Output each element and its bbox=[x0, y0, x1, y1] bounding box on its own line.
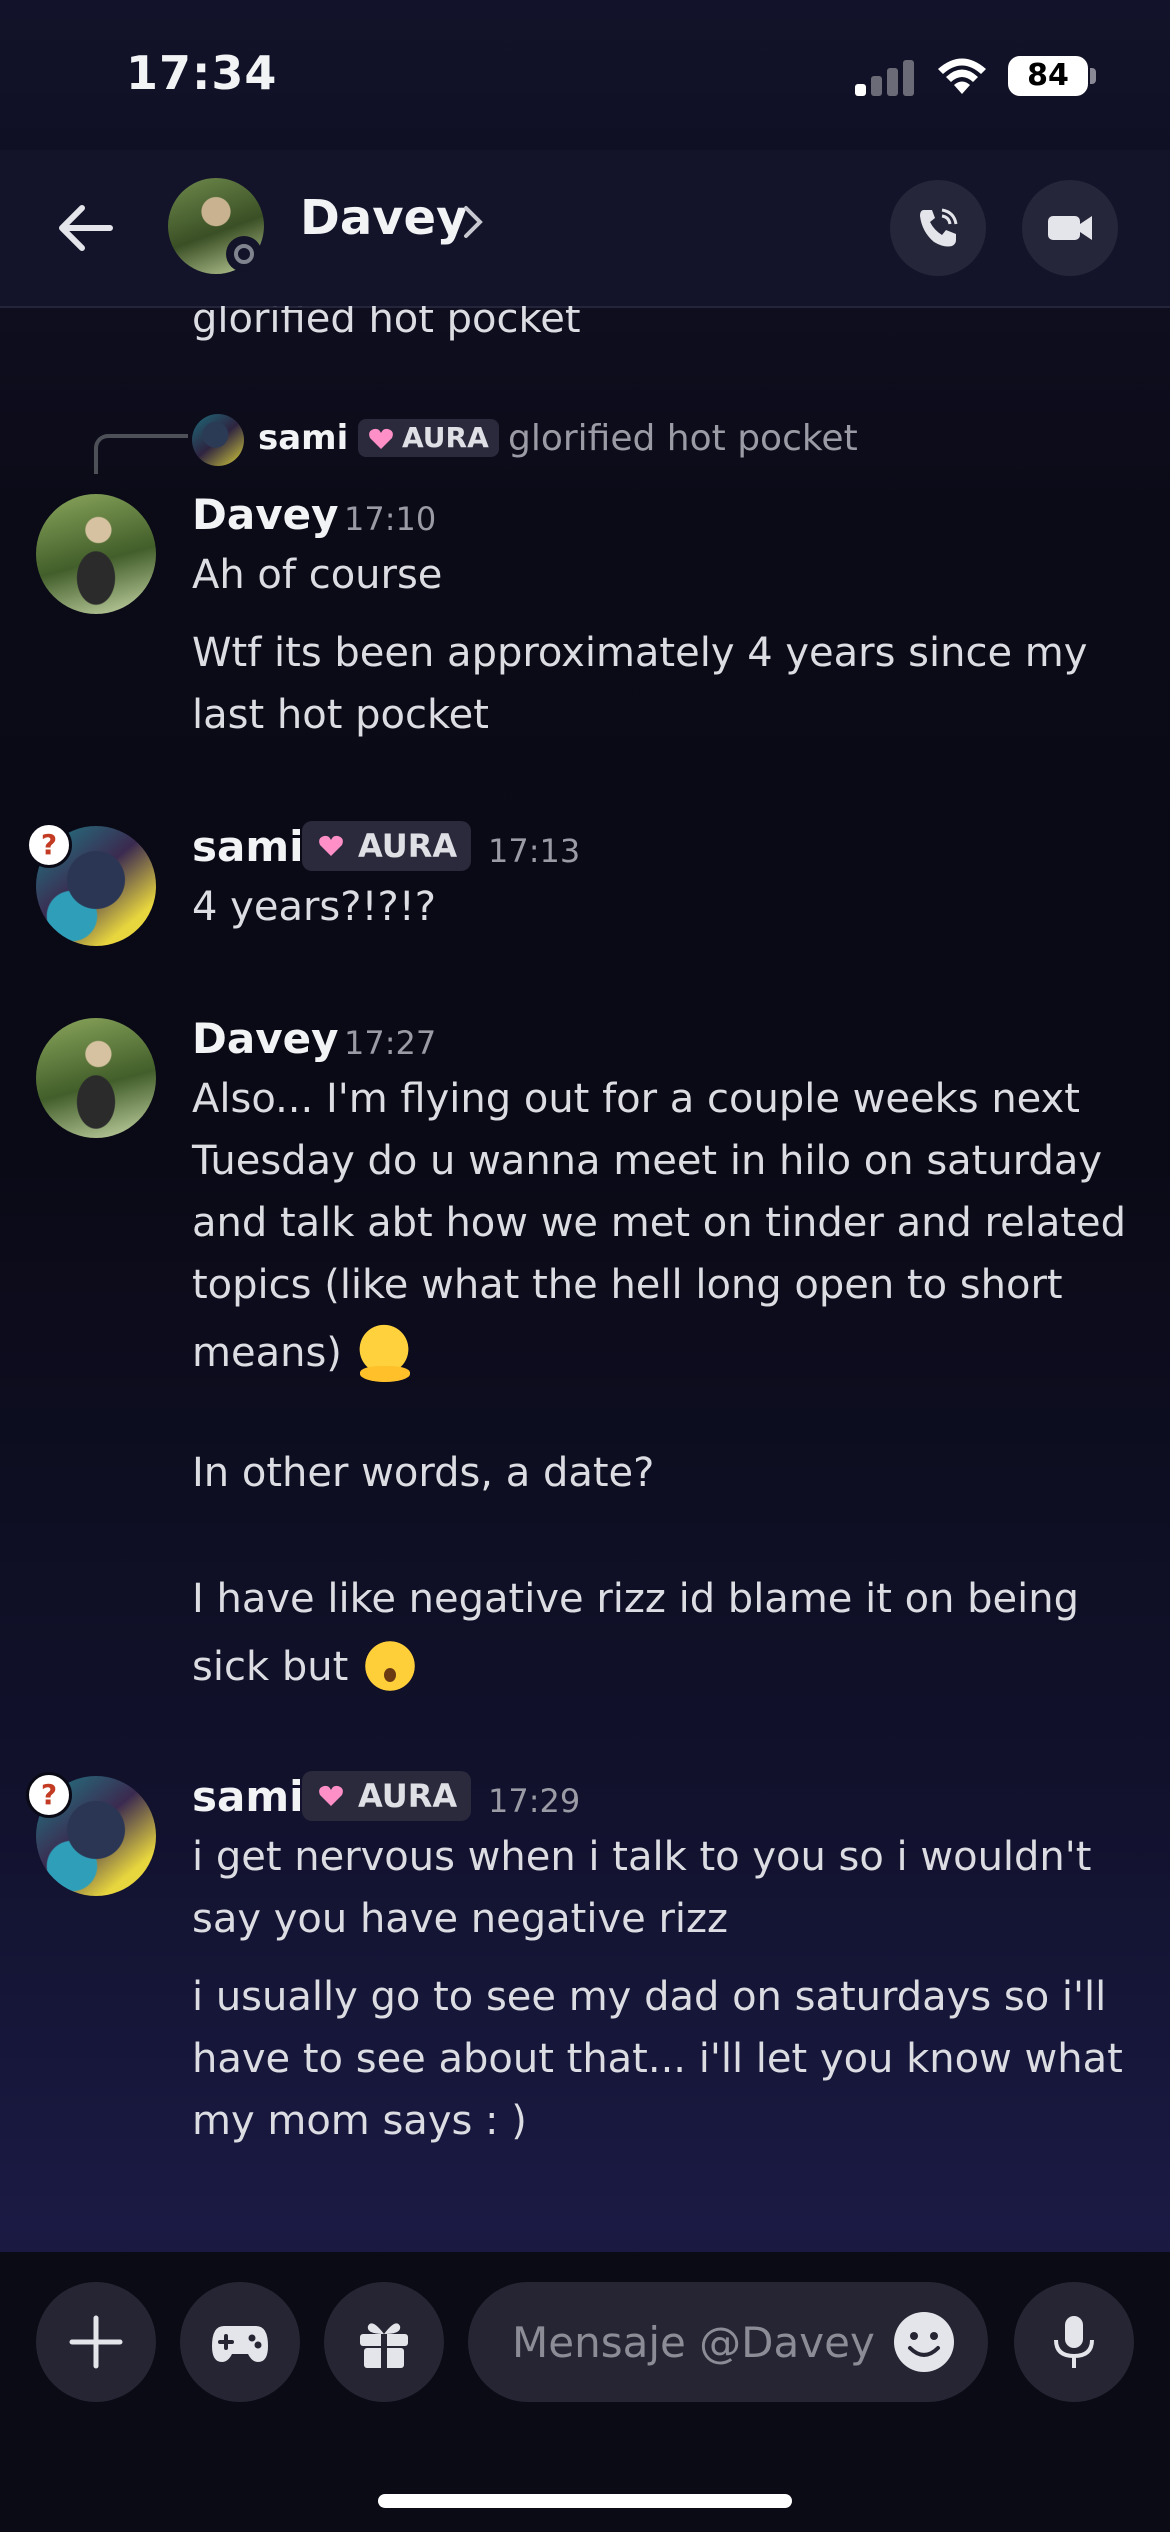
message-text: have to see about that... i'll let you k… bbox=[192, 2036, 1123, 2082]
message-text: means) bbox=[192, 1330, 342, 1376]
message-input[interactable]: Mensaje @Davey bbox=[468, 2282, 988, 2402]
status-bar: 17:34 84 bbox=[0, 0, 1170, 150]
phone-icon bbox=[920, 208, 958, 247]
voice-message-button[interactable] bbox=[1014, 2282, 1134, 2402]
heart-icon bbox=[319, 1785, 343, 1806]
signal-icon bbox=[855, 60, 915, 96]
activities-button[interactable] bbox=[180, 2282, 300, 2402]
message-text: my mom says : ) bbox=[192, 2098, 527, 2144]
heart-icon bbox=[319, 835, 343, 856]
avatar[interactable] bbox=[36, 494, 156, 614]
battery-indicator: 84 bbox=[1008, 56, 1088, 96]
message-text: say you have negative rizz bbox=[192, 1896, 729, 1942]
reply-author-name[interactable]: sami bbox=[258, 418, 348, 458]
battery-tip bbox=[1090, 68, 1096, 84]
video-camera-icon bbox=[1048, 216, 1092, 240]
gift-button[interactable] bbox=[324, 2282, 444, 2402]
timestamp: 17:29 bbox=[488, 1782, 581, 1820]
aura-tag-label: AURA bbox=[358, 827, 458, 865]
gift-icon bbox=[360, 2323, 408, 2368]
message-text: Ah of course bbox=[192, 552, 443, 598]
dizzy-face-emoji-icon bbox=[362, 1638, 419, 1694]
message-text: i get nervous when i talk to you so i wo… bbox=[192, 1834, 1092, 1880]
message-text: Wtf its been approximately 4 years since… bbox=[192, 630, 1088, 676]
avatar[interactable] bbox=[36, 1018, 156, 1138]
chat-header: Davey bbox=[0, 150, 1170, 308]
reply-quoted-text[interactable]: glorified hot pocket bbox=[508, 418, 858, 459]
voice-call-button[interactable] bbox=[890, 180, 986, 276]
message-text: sick but bbox=[192, 1644, 349, 1690]
message-text: In other words, a date? bbox=[192, 1450, 655, 1496]
heart-icon bbox=[369, 428, 393, 449]
timestamp: 17:13 bbox=[488, 832, 581, 870]
author-name[interactable]: sami bbox=[192, 822, 304, 871]
message-text: I have like negative rizz id blame it on… bbox=[192, 1576, 1080, 1622]
gamepad-icon bbox=[212, 2326, 268, 2362]
offline-status-icon bbox=[226, 236, 262, 272]
message-text: 4 years?!?!? bbox=[192, 884, 437, 930]
timestamp: 17:27 bbox=[344, 1024, 437, 1062]
wifi-icon bbox=[938, 58, 986, 94]
timestamp: 17:10 bbox=[344, 500, 437, 538]
chevron-right-icon[interactable] bbox=[460, 202, 486, 242]
plus-icon bbox=[69, 2315, 123, 2369]
message-text: Tuesday do u wanna meet in hilo on satur… bbox=[192, 1138, 1103, 1184]
reply-avatar[interactable] bbox=[192, 414, 244, 466]
previous-message-text: glorified hot pocket bbox=[192, 306, 581, 342]
question-badge-icon: ? bbox=[26, 822, 72, 868]
reply-aura-tag: AURA bbox=[358, 419, 499, 457]
home-indicator[interactable] bbox=[378, 2494, 792, 2508]
reply-tag-label: AURA bbox=[402, 421, 489, 454]
message-text: topics (like what the hell long open to … bbox=[192, 1262, 1063, 1308]
aura-tag-label: AURA bbox=[358, 1777, 458, 1815]
author-name[interactable]: Davey bbox=[192, 490, 338, 539]
contact-name[interactable]: Davey bbox=[300, 190, 467, 246]
author-name[interactable]: Davey bbox=[192, 1014, 338, 1063]
status-time: 17:34 bbox=[126, 46, 278, 100]
back-arrow-icon[interactable] bbox=[48, 190, 124, 266]
message-list[interactable]: glorified hot pocket sami AURA glorified… bbox=[0, 306, 1170, 2250]
video-call-button[interactable] bbox=[1022, 180, 1118, 276]
question-badge-icon: ? bbox=[26, 1772, 72, 1818]
add-attachment-button[interactable] bbox=[36, 2282, 156, 2402]
message-text: and talk abt how we met on tinder and re… bbox=[192, 1200, 1127, 1246]
author-name[interactable]: sami bbox=[192, 1772, 304, 1821]
message-composer: Mensaje @Davey bbox=[0, 2252, 1170, 2532]
reply-connector bbox=[94, 434, 188, 474]
message-input-placeholder: Mensaje @Davey bbox=[512, 2318, 875, 2367]
message-line-with-emoji: means) bbox=[192, 1324, 412, 1382]
emoji-picker-icon[interactable] bbox=[892, 2310, 956, 2374]
message-text: i usually go to see my dad on saturdays … bbox=[192, 1974, 1107, 2020]
microphone-icon bbox=[1054, 2316, 1094, 2368]
message-line-with-emoji: sick but bbox=[192, 1638, 419, 1694]
melting-face-emoji-icon bbox=[355, 1324, 412, 1382]
aura-tag: AURA bbox=[302, 821, 472, 871]
message-text: last hot pocket bbox=[192, 692, 489, 738]
aura-tag: AURA bbox=[302, 1771, 472, 1821]
message-text: Also... I'm flying out for a couple week… bbox=[192, 1076, 1080, 1122]
